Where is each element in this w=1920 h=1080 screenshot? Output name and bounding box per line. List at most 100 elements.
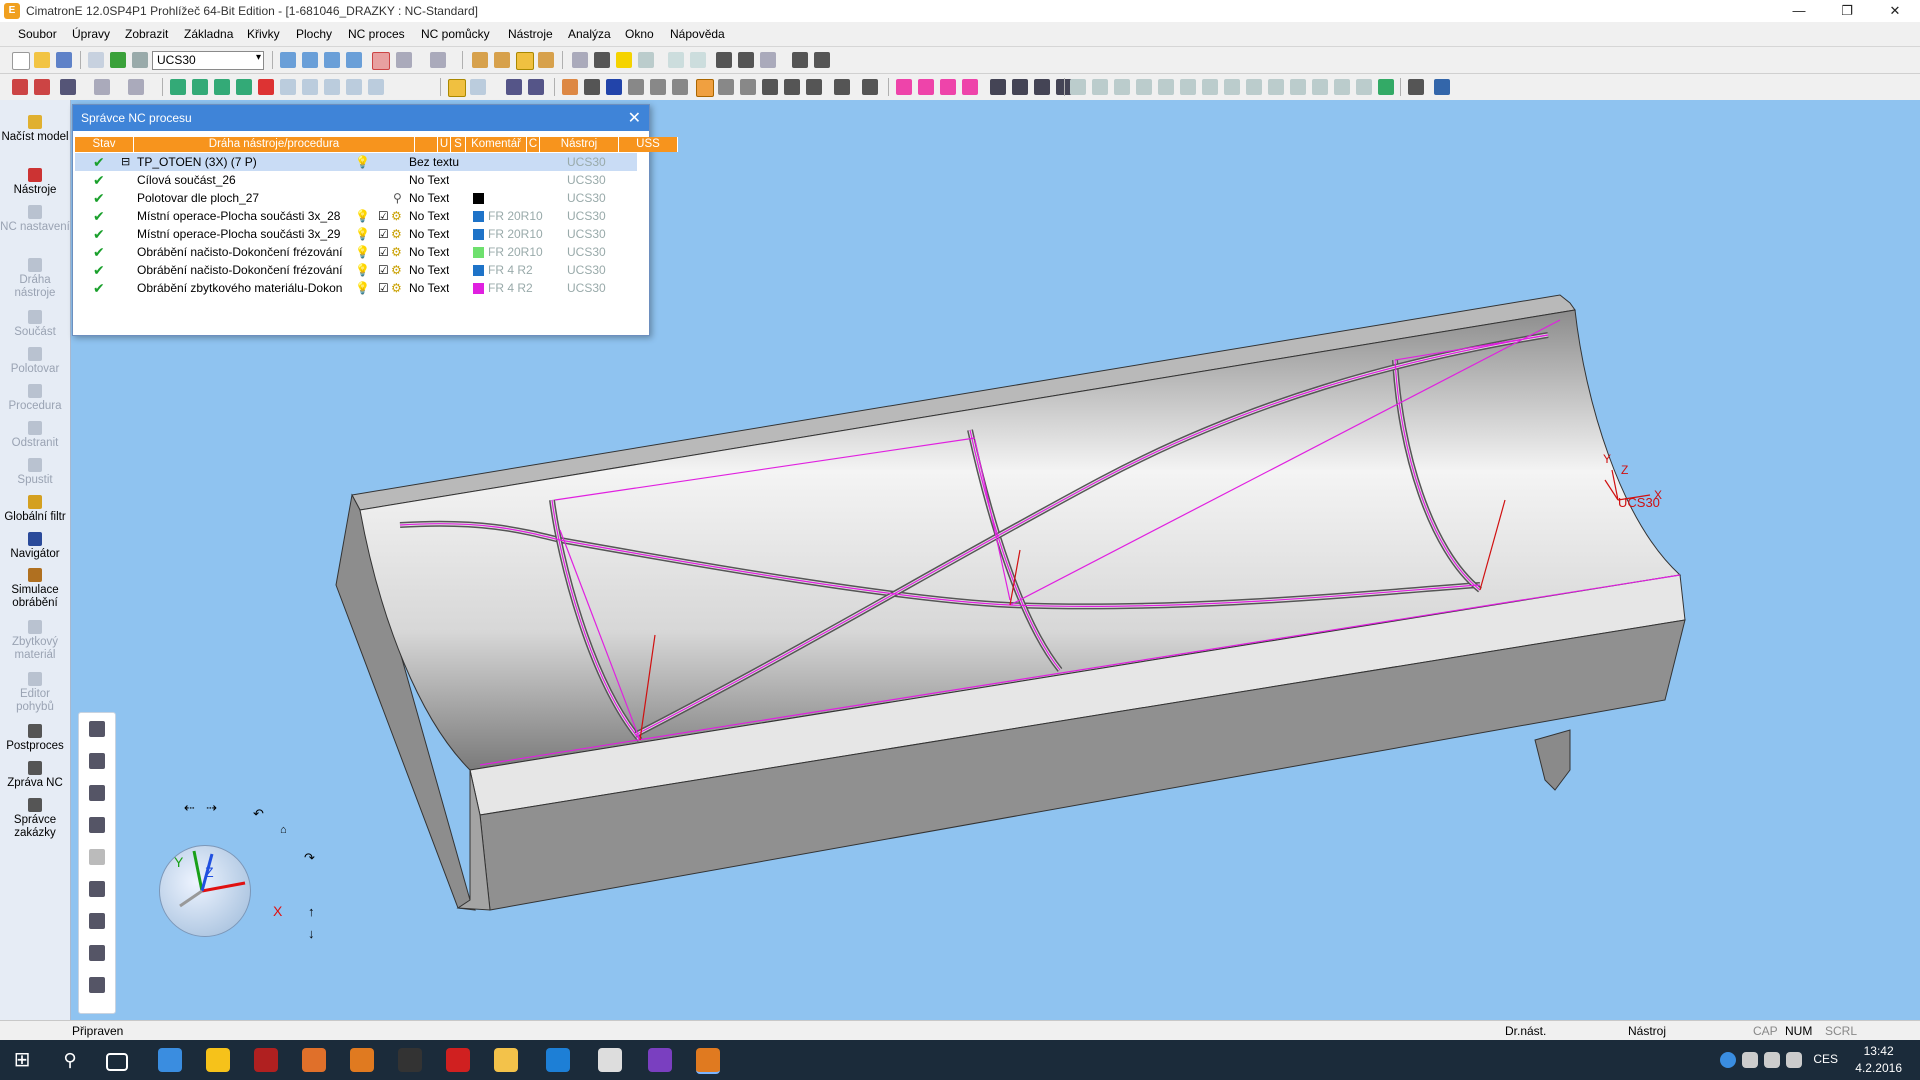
start-button-icon[interactable]: ⊞ — [10, 1048, 34, 1072]
view-tool-3-icon[interactable] — [89, 785, 105, 801]
sidebar-item-navigator[interactable]: Navigátor — [0, 532, 70, 561]
menu-krivky[interactable]: Křivky — [247, 27, 280, 41]
nc-tool-icon-11[interactable] — [784, 79, 800, 95]
internet-explorer-icon[interactable] — [546, 1048, 570, 1072]
curve-icon-3[interactable] — [940, 79, 956, 95]
render-icon[interactable] — [430, 52, 446, 68]
view-tool-1-icon[interactable] — [89, 721, 105, 737]
section-icon[interactable] — [472, 52, 488, 68]
curve-icon-7[interactable] — [1034, 79, 1050, 95]
taskbar-app-4-icon[interactable] — [302, 1048, 326, 1072]
sidebar-item-simulace[interactable]: Simulace obrábění — [0, 568, 70, 610]
new-file-icon[interactable] — [12, 52, 30, 70]
curve-icon-1[interactable] — [896, 79, 912, 95]
nc-tool-icon-2[interactable] — [584, 79, 600, 95]
tray-help-icon[interactable] — [1720, 1052, 1736, 1068]
menu-plochy[interactable]: Plochy — [296, 27, 332, 41]
zoom-fit-icon[interactable] — [280, 52, 296, 68]
nc-tool-icon-5[interactable] — [650, 79, 666, 95]
expand-icon[interactable]: ⊟ — [121, 155, 130, 168]
nc-tool-icon-10[interactable] — [762, 79, 778, 95]
simulate-icon[interactable]: ⚙ — [391, 281, 402, 295]
menu-analyza[interactable]: Analýza — [568, 27, 611, 41]
nc-operation-icon-9[interactable] — [346, 79, 362, 95]
nc-tool-icon-7[interactable] — [696, 79, 714, 97]
nc-operation-icon-6[interactable] — [280, 79, 296, 95]
taskbar-app-1-icon[interactable] — [158, 1048, 182, 1072]
rotate-ccw-icon[interactable]: ↶ — [253, 806, 264, 822]
sketch-icon-8[interactable] — [1224, 79, 1240, 95]
nc-tool-icon-12[interactable] — [806, 79, 822, 95]
menu-soubor[interactable]: Soubor — [18, 27, 57, 41]
sidebar-item-spravce-zakazky[interactable]: Správce zakázky — [0, 798, 70, 840]
menu-okno[interactable]: Okno — [625, 27, 654, 41]
col-header-u[interactable]: U — [438, 137, 451, 152]
bulb-icon[interactable]: 💡 — [355, 227, 370, 241]
sketch-icon-7[interactable] — [1202, 79, 1218, 95]
u-checkbox[interactable]: ☑ — [378, 245, 389, 259]
analysis-icon[interactable] — [1434, 79, 1450, 95]
curve-icon-6[interactable] — [1012, 79, 1028, 95]
grid-icon[interactable] — [760, 52, 776, 68]
layer-icon[interactable] — [494, 52, 510, 68]
bulb-icon[interactable]: 💡 — [355, 155, 370, 169]
cimatron-active-icon[interactable] — [696, 1048, 720, 1074]
bulb-icon[interactable]: 💡 — [355, 245, 370, 259]
sketch-icon-10[interactable] — [1268, 79, 1284, 95]
dialog-header[interactable]: Správce NC procesu ✕ — [73, 105, 649, 131]
highlight-icon[interactable] — [516, 52, 534, 70]
taskbar-app-11-icon[interactable] — [648, 1048, 672, 1072]
view-tool-5-icon[interactable] — [89, 849, 105, 865]
sketch-icon-9[interactable] — [1246, 79, 1262, 95]
simulate-icon[interactable]: ⚙ — [391, 245, 402, 259]
zoom-icon[interactable] — [324, 52, 340, 68]
u-checkbox[interactable]: ☑ — [378, 227, 389, 241]
tray-clock[interactable]: 13:42 4.2.2016 — [1855, 1043, 1902, 1077]
sketch-icon-1[interactable] — [1070, 79, 1086, 95]
search-icon[interactable]: ⚲ — [58, 1048, 82, 1072]
rotate-right-icon[interactable]: ⇢ — [206, 800, 217, 816]
pan-icon[interactable] — [346, 52, 362, 68]
view-tool-8-icon[interactable] — [89, 945, 105, 961]
tilt-down-icon[interactable]: ↓ — [308, 926, 315, 941]
nc-filter-icon[interactable] — [128, 79, 144, 95]
bulb-icon[interactable]: 💡 — [355, 281, 370, 295]
sketch-icon-13[interactable] — [1334, 79, 1350, 95]
nc-tool-icon-3[interactable] — [606, 79, 622, 95]
sketch-icon-2[interactable] — [1092, 79, 1108, 95]
simulate-icon[interactable]: ⚙ — [391, 209, 402, 223]
sketch-icon-4[interactable] — [1136, 79, 1152, 95]
bulb-icon[interactable]: 💡 — [355, 263, 370, 277]
nc-path-icon[interactable] — [506, 79, 522, 95]
curve-icon-4[interactable] — [962, 79, 978, 95]
nc-step-icon[interactable] — [470, 79, 486, 95]
table-row[interactable]: ✔ Obrábění načisto-Dokončení frézování 💡… — [75, 261, 637, 279]
table-row[interactable]: ✔ ⊟ TP_OTOEN (3X) (7 P) 💡 Bez textu UCS3… — [75, 153, 637, 171]
sidebar-item-postproces[interactable]: Postproces — [0, 724, 70, 753]
curve-icon-2[interactable] — [918, 79, 934, 95]
arrow-right-icon[interactable] — [690, 52, 706, 68]
taskbar-app-3-icon[interactable] — [254, 1048, 278, 1072]
color-swatch[interactable] — [473, 193, 484, 204]
nc-operation-icon-4[interactable] — [236, 79, 252, 95]
color-swatch[interactable] — [473, 283, 484, 294]
nc-tool-icon-6[interactable] — [672, 79, 688, 95]
view-tool-2-icon[interactable] — [89, 753, 105, 769]
nc-tool-icon-14[interactable] — [862, 79, 878, 95]
measure-tool-icon[interactable] — [1408, 79, 1424, 95]
view-tool-7-icon[interactable] — [89, 913, 105, 929]
view-tool-4-icon[interactable] — [89, 817, 105, 833]
sketch-icon-3[interactable] — [1114, 79, 1130, 95]
task-view-icon[interactable] — [106, 1053, 128, 1071]
u-checkbox[interactable]: ☑ — [378, 263, 389, 277]
col-header-s[interactable]: S — [451, 137, 466, 152]
menu-zakladna[interactable]: Základna — [184, 27, 233, 41]
tray-language[interactable]: CES — [1813, 1052, 1838, 1066]
settings-icon[interactable] — [132, 52, 148, 68]
nc-undo-icon[interactable] — [94, 79, 110, 95]
nc-tool-icon-9[interactable] — [740, 79, 756, 95]
nc-delete-icon[interactable] — [12, 79, 28, 95]
view-cube-icon[interactable] — [372, 52, 390, 70]
tray-volume-icon[interactable] — [1764, 1052, 1780, 1068]
rotate-cw-icon[interactable]: ↷ — [304, 850, 315, 866]
